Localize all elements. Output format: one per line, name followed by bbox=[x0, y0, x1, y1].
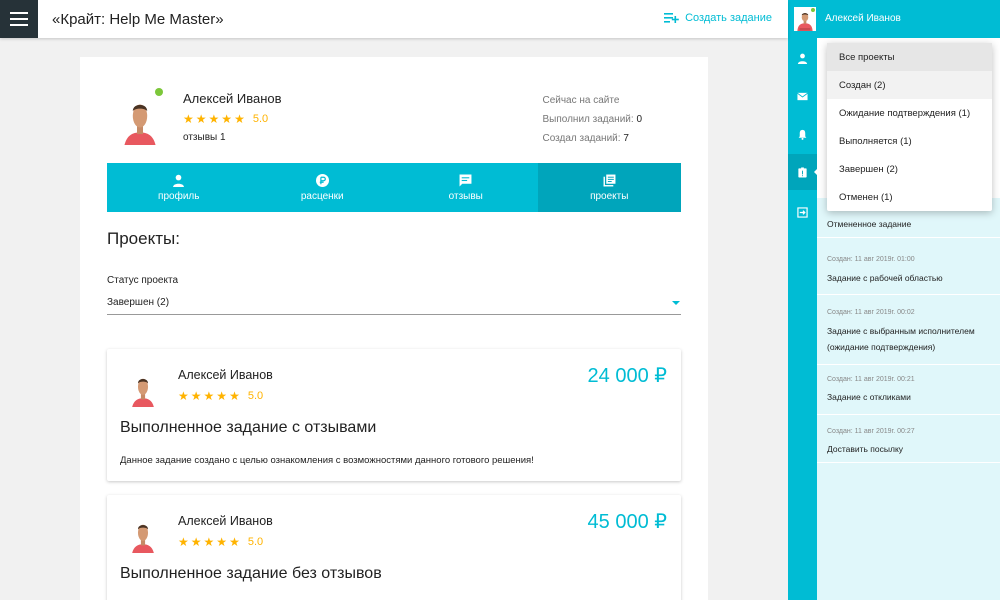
rail-notifications[interactable] bbox=[788, 116, 817, 152]
task-date: Создан: 11 авг 2019г. 00:02 bbox=[827, 309, 915, 316]
person-icon bbox=[797, 53, 808, 64]
online-indicator bbox=[810, 7, 816, 13]
dropdown-arrow-icon bbox=[672, 301, 680, 305]
card-description: Данное задание создано с целью ознакомле… bbox=[120, 455, 534, 466]
profile-tabs: профиль расценки отзывы проекты bbox=[107, 163, 681, 212]
top-app-bar: «Крайт: Help Me Master» Создать задание bbox=[0, 0, 788, 38]
project-card[interactable]: Алексей Иванов ★ ★ ★ ★ ★ 5.0 24 000 ₽ Выполн… bbox=[107, 349, 681, 481]
card-title[interactable]: Выполненное задание с отзывами bbox=[120, 419, 376, 437]
task-title: Задание с рабочей областью bbox=[827, 273, 943, 283]
dropdown-option[interactable]: Ожидание подтверждения (1) bbox=[827, 99, 992, 127]
library-icon bbox=[603, 174, 616, 186]
profile-rating: ★ ★ ★ ★ ★ 5.0 bbox=[183, 112, 268, 126]
side-user-name: Алексей Иванов bbox=[825, 13, 901, 24]
exit-icon bbox=[797, 206, 808, 218]
card-price: 45 000 ₽ bbox=[587, 511, 667, 533]
task-title: Отмененное задание bbox=[827, 219, 912, 229]
card-rating: ★ ★ ★ ★ ★ 5.0 bbox=[178, 389, 263, 403]
rail-profile[interactable] bbox=[788, 40, 817, 76]
card-author-name: Алексей Иванов bbox=[178, 514, 273, 528]
online-indicator bbox=[155, 88, 163, 96]
person-icon bbox=[173, 174, 185, 187]
rail-logout[interactable] bbox=[788, 194, 817, 230]
star-icon: ★ bbox=[208, 112, 220, 126]
profile-name: Алексей Иванов bbox=[183, 91, 282, 106]
profile-header: Алексей Иванов ★ ★ ★ ★ ★ 5.0 отзывы 1 Сейчас… bbox=[106, 79, 682, 149]
rail-messages[interactable] bbox=[788, 78, 817, 114]
tab-label: расценки bbox=[300, 190, 344, 202]
star-icon: ★ bbox=[203, 535, 215, 549]
tab-projects[interactable]: проекты bbox=[537, 163, 681, 212]
ruble-icon bbox=[315, 173, 329, 187]
avatar bbox=[125, 361, 161, 407]
tab-profile[interactable]: профиль bbox=[107, 163, 251, 212]
bell-icon bbox=[798, 129, 807, 140]
rail-projects[interactable] bbox=[788, 154, 818, 190]
card-title[interactable]: Выполненное задание без отзывов bbox=[120, 565, 382, 583]
status-label: Статус проекта bbox=[107, 275, 179, 286]
dropdown-option[interactable]: Создан (2) bbox=[827, 71, 992, 99]
tab-rates[interactable]: расценки bbox=[251, 163, 395, 212]
dropdown-option[interactable]: Отменен (1) bbox=[827, 183, 992, 211]
task-title: Доставить посылку bbox=[827, 444, 904, 454]
rating-value: 5.0 bbox=[252, 113, 269, 125]
create-task-label: Создать задание bbox=[685, 12, 772, 24]
tab-label: отзывы bbox=[448, 190, 483, 202]
tab-label: профиль bbox=[158, 190, 200, 202]
playlist-add-icon bbox=[664, 13, 679, 23]
task-date: Создан: 11 авг 2019г. 00:21 bbox=[827, 376, 915, 383]
star-icon: ★ bbox=[216, 535, 228, 549]
side-rail bbox=[788, 38, 818, 600]
star-icon: ★ bbox=[234, 112, 245, 126]
task-title: Задание с выбранным исполнителем (ожидан… bbox=[827, 326, 975, 352]
tab-reviews[interactable]: отзывы bbox=[394, 163, 538, 212]
list-item[interactable]: Создан: 11 авг 2019г. 01:00 Задание с ра… bbox=[817, 238, 1000, 295]
profile-reviews[interactable]: отзывы 1 bbox=[183, 132, 226, 143]
star-icon: ★ bbox=[190, 389, 202, 403]
star-icon: ★ bbox=[203, 389, 215, 403]
mail-icon bbox=[797, 92, 808, 100]
card-author-name: Алексей Иванов bbox=[178, 368, 273, 382]
online-status: Сейчас на сайте bbox=[542, 95, 620, 106]
projects-heading: Проекты: bbox=[107, 229, 180, 248]
star-icon: ★ bbox=[178, 389, 189, 403]
list-item[interactable]: Создан: 11 авг 2019г. 00:02 Задание с вы… bbox=[817, 295, 1000, 365]
created-stat: Создал заданий: 7 bbox=[542, 133, 629, 144]
star-icon: ★ bbox=[178, 535, 189, 549]
assignment-icon bbox=[798, 166, 807, 178]
main-panel: Алексей Иванов ★ ★ ★ ★ ★ 5.0 отзывы 1 Сейчас… bbox=[80, 57, 708, 600]
list-item[interactable]: Создан: 11 авг 2019г. 00:27 Доставить по… bbox=[817, 415, 1000, 463]
tab-label: проекты bbox=[590, 190, 629, 202]
dropdown-option[interactable]: Все проекты bbox=[827, 43, 992, 71]
project-card[interactable]: Алексей Иванов ★ ★ ★ ★ ★ 5.0 45 000 ₽ Выполн… bbox=[107, 495, 681, 600]
star-icon: ★ bbox=[229, 535, 240, 549]
status-value: Завершен (2) bbox=[107, 297, 170, 308]
card-price: 24 000 ₽ bbox=[587, 365, 667, 387]
star-icon: ★ bbox=[221, 112, 233, 126]
comment-icon bbox=[459, 174, 472, 186]
task-date: Создан: 11 авг 2019г. 01:00 bbox=[827, 256, 915, 263]
star-icon: ★ bbox=[229, 389, 240, 403]
dropdown-option[interactable]: Выполняется (1) bbox=[827, 127, 992, 155]
card-rating: ★ ★ ★ ★ ★ 5.0 bbox=[178, 535, 263, 549]
create-task-button[interactable]: Создать задание bbox=[664, 12, 772, 24]
list-item[interactable]: Создан: 11 авг 2019г. 00:21 Задание с от… bbox=[817, 365, 1000, 415]
star-icon: ★ bbox=[183, 112, 194, 126]
avatar bbox=[125, 507, 161, 553]
hamburger-menu-icon[interactable] bbox=[0, 0, 38, 38]
profile-stats: Сейчас на сайте Выполнил заданий: 0 Созд… bbox=[542, 91, 642, 148]
rating-value: 5.0 bbox=[247, 536, 264, 548]
star-icon: ★ bbox=[190, 535, 202, 549]
status-select[interactable]: Завершен (2) bbox=[107, 289, 681, 315]
star-icon: ★ bbox=[195, 112, 207, 126]
rating-value: 5.0 bbox=[247, 390, 264, 402]
task-date: Создан: 11 авг 2019г. 00:27 bbox=[827, 428, 915, 435]
task-title: Задание с откликами bbox=[827, 392, 911, 402]
status-filter-dropdown: Все проекты Создан (2) Ожидание подтверж… bbox=[827, 43, 992, 211]
star-icon: ★ bbox=[216, 389, 228, 403]
side-panel-header: Алексей Иванов bbox=[788, 0, 1000, 38]
completed-stat: Выполнил заданий: 0 bbox=[542, 114, 642, 125]
dropdown-option[interactable]: Завершен (2) bbox=[827, 155, 992, 183]
app-title: «Крайт: Help Me Master» bbox=[52, 11, 224, 28]
